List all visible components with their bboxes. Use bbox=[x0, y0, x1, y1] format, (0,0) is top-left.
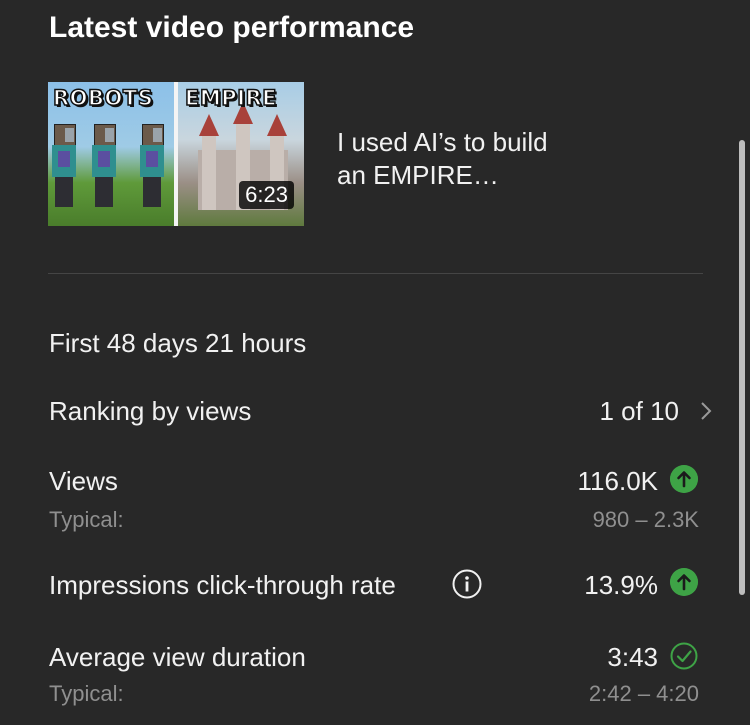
avd-value: 3:43 bbox=[607, 642, 658, 672]
ranking-label: Ranking by views bbox=[49, 396, 252, 426]
avd-typical-label: Typical: bbox=[49, 681, 124, 706]
robot-figure bbox=[92, 124, 116, 214]
ranking-value: 1 of 10 bbox=[599, 396, 679, 426]
views-label: Views bbox=[49, 466, 118, 496]
thumbnail-caption-left: ROBOTS bbox=[52, 85, 154, 111]
avd-typical-value: 2:42 – 4:20 bbox=[588, 681, 699, 706]
divider bbox=[48, 273, 703, 274]
check-circle-icon bbox=[670, 642, 698, 670]
page-title: Latest video performance bbox=[49, 11, 415, 44]
thumbnail-caption-right: EMPIRE bbox=[184, 85, 277, 111]
period-label: First 48 days 21 hours bbox=[49, 328, 307, 358]
views-typical-label: Typical: bbox=[49, 507, 124, 532]
video-title-line: an EMPIRE… bbox=[337, 160, 499, 190]
video-thumbnail[interactable]: ROBOTS EMPIRE 6:23 bbox=[48, 82, 304, 226]
scrollbar[interactable] bbox=[739, 140, 745, 595]
arrow-up-circle-icon bbox=[670, 568, 698, 596]
avd-label: Average view duration bbox=[49, 642, 306, 672]
ctr-label: Impressions click-through rate bbox=[49, 570, 396, 600]
ctr-value: 13.9% bbox=[584, 570, 658, 600]
thumbnail-divider bbox=[174, 82, 178, 226]
views-value: 116.0K bbox=[577, 466, 658, 496]
video-title[interactable]: I used AI’s to build an EMPIRE… bbox=[337, 126, 597, 192]
video-title-line: I used AI’s to build bbox=[337, 127, 548, 157]
arrow-up-circle-icon bbox=[670, 465, 698, 493]
robot-figure bbox=[52, 124, 76, 214]
info-icon[interactable] bbox=[452, 569, 482, 599]
views-typical-value: 980 – 2.3K bbox=[592, 507, 699, 532]
video-duration-badge: 6:23 bbox=[239, 181, 294, 209]
chevron-right-icon bbox=[701, 402, 712, 420]
robot-figure bbox=[140, 124, 164, 214]
